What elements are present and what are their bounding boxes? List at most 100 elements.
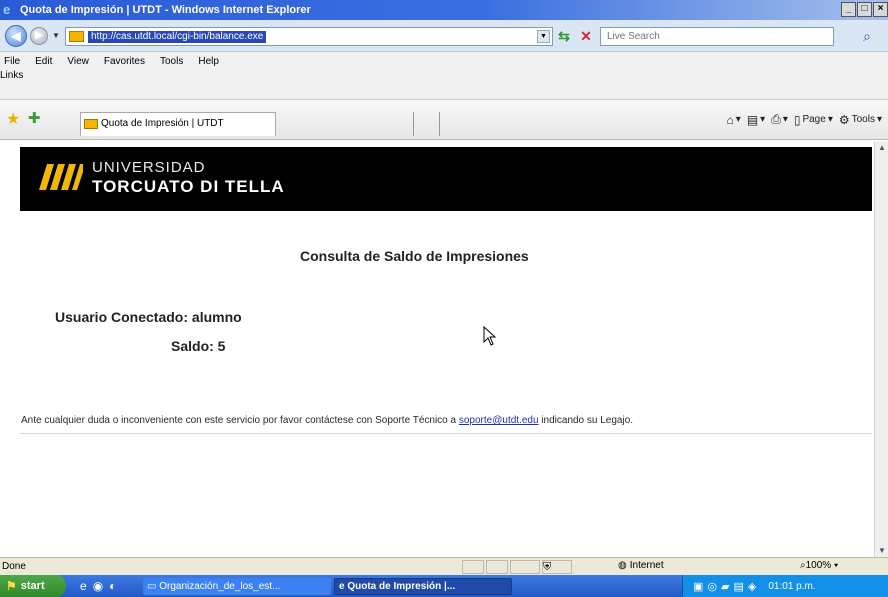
feeds-icon: ▤ — [746, 112, 759, 127]
refresh-button[interactable]: ⇆ — [556, 28, 572, 44]
menu-view[interactable]: View — [65, 56, 91, 67]
media-quicklaunch-icon[interactable]: ◉ — [93, 579, 103, 593]
address-field[interactable]: http://cas.utdt.local/cgi-bin/balance.ex… — [65, 27, 553, 46]
connected-user: Usuario Conectado: alumno — [55, 309, 242, 325]
scroll-up-icon[interactable]: ▲ — [878, 143, 886, 152]
monitor-icon[interactable]: ▤ — [733, 580, 743, 593]
back-button[interactable]: ◀ — [5, 25, 27, 47]
search-input[interactable] — [601, 28, 833, 45]
tab-bar: ★ ✚ Quota de Impresión | UTDT ⌂ ▾ ▤ ▾ ⎙ ▾ ▯… — [0, 100, 888, 140]
start-label: start — [20, 580, 45, 592]
internet-explorer-icon: e — [3, 2, 11, 17]
address-toolbar: ◀ ▶ ▼ http://cas.utdt.local/cgi-bin/bala… — [0, 20, 888, 52]
home-button[interactable]: ⌂ ▾ — [727, 113, 741, 127]
status-panel — [486, 560, 508, 574]
arrow-left-icon: ◀ — [11, 29, 21, 43]
search-button[interactable]: ⌕ — [856, 27, 878, 46]
taskbar-item-document[interactable]: ▭ Organización_de_los_est... — [143, 578, 331, 595]
taskbar-item-browser[interactable]: e Quota de Impresión |... — [334, 578, 512, 595]
home-icon: ⌂ — [726, 112, 734, 127]
content-divider — [20, 433, 872, 434]
page-icon: ▯ — [793, 112, 801, 127]
links-label[interactable]: Links — [0, 70, 23, 81]
tools-menu-button[interactable]: ⚙ Tools ▾ — [839, 113, 882, 127]
stop-button[interactable]: ✕ — [578, 28, 594, 44]
close-button[interactable]: × — [873, 2, 888, 17]
tab-favicon-icon — [84, 119, 98, 129]
menu-favorites[interactable]: Favorites — [102, 56, 147, 67]
status-panel: ⛨ — [542, 560, 572, 574]
quick-launch: e ◉ ◐ — [80, 579, 116, 593]
antivirus-icon[interactable]: ◎ — [707, 580, 717, 593]
tab-label: Quota de Impresión | UTDT — [101, 118, 224, 129]
internet-explorer-icon: e — [339, 581, 348, 592]
balance-value: Saldo: 5 — [171, 338, 226, 354]
address-url[interactable]: http://cas.utdt.local/cgi-bin/balance.ex… — [88, 31, 267, 43]
volume-icon[interactable]: ◈ — [748, 580, 756, 593]
privacy-icon[interactable]: ⛨ — [543, 561, 551, 573]
refresh-icon: ⇆ — [558, 28, 570, 44]
arrow-right-icon: ▶ — [35, 30, 43, 41]
address-dropdown-icon[interactable]: ▼ — [537, 30, 550, 43]
forward-button[interactable]: ▶ — [30, 27, 48, 45]
menu-tools[interactable]: Tools — [158, 56, 185, 67]
recent-pages-dropdown[interactable]: ▼ — [52, 31, 60, 40]
support-text-suffix: indicando su Legajo. — [538, 415, 634, 426]
page-title: Consulta de Saldo de Impresiones — [300, 248, 529, 264]
globe-icon: ◍ — [618, 560, 627, 571]
page-menu-label: Page — [802, 114, 826, 125]
gear-icon: ⚙ — [838, 112, 850, 127]
command-bar: ⌂ ▾ ▤ ▾ ⎙ ▾ ▯ Page ▾ ⚙ Tools ▾ — [727, 112, 882, 127]
security-zone[interactable]: ◍ Internet — [618, 560, 664, 571]
taskbar-item-label: Quota de Impresión |... — [347, 581, 456, 592]
support-email-link[interactable]: soporte@utdt.edu — [459, 415, 539, 426]
links-bar: Links — [0, 70, 888, 100]
stop-icon: ✕ — [580, 28, 592, 44]
status-panel — [510, 560, 540, 574]
system-tray: ▣ ◎ ▰ ▤ ◈ 01:01 p.m. — [682, 575, 888, 597]
search-icon: ⌕ — [863, 28, 871, 44]
shield-icon[interactable]: ▰ — [721, 580, 729, 593]
start-button[interactable]: ⚑ start — [0, 575, 66, 597]
new-tab-button[interactable] — [414, 112, 440, 136]
support-text-prefix: Ante cualquier duda o inconveniente con … — [21, 415, 459, 426]
desktop-quicklaunch-icon[interactable]: ◐ — [109, 579, 116, 593]
support-notice: Ante cualquier duda o inconveniente con … — [21, 415, 633, 426]
ie-quicklaunch-icon[interactable]: e — [80, 579, 87, 593]
site-header: UNIVERSIDAD TORCUATO DI TELLA — [20, 147, 872, 211]
favorites-star-icon[interactable]: ★ — [6, 109, 20, 129]
clock[interactable]: 01:01 p.m. — [768, 581, 815, 592]
university-logo-icon — [39, 164, 83, 190]
maximize-button[interactable]: □ — [857, 2, 872, 17]
tab-spacer — [276, 112, 414, 136]
network-icon[interactable]: ▣ — [693, 580, 703, 593]
zoom-level: 100% — [805, 560, 832, 571]
status-bar: Done ⛨ ◍ Internet ⌕100% ▾ — [0, 557, 888, 575]
scroll-down-icon[interactable]: ▼ — [878, 546, 886, 555]
printer-icon: ⎙ — [771, 112, 781, 126]
minimize-button[interactable]: _ — [841, 2, 856, 17]
status-panel — [462, 560, 484, 574]
zoom-control[interactable]: ⌕100% ▾ — [800, 560, 838, 571]
logo-text-universidad: UNIVERSIDAD — [92, 159, 206, 176]
print-button[interactable]: ⎙ ▾ — [771, 112, 788, 127]
logo-text-name: TORCUATO DI TELLA — [92, 177, 285, 196]
vertical-scrollbar[interactable]: ▲ ▼ — [874, 141, 888, 557]
menu-help[interactable]: Help — [196, 56, 221, 67]
add-favorite-icon[interactable]: ✚ — [28, 109, 41, 127]
tools-menu-label: Tools — [851, 114, 875, 125]
status-text: Done — [2, 561, 26, 572]
page-menu-button[interactable]: ▯ Page ▾ — [794, 113, 833, 127]
taskbar-item-label: Organización_de_los_est... — [159, 581, 281, 592]
window-titlebar[interactable]: e Quota de Impresión | UTDT - Windows In… — [0, 0, 888, 20]
site-favicon-icon — [69, 31, 84, 42]
feeds-button[interactable]: ▤ ▾ — [747, 113, 765, 127]
menu-file[interactable]: File — [2, 56, 22, 67]
tab-quota-impresion[interactable]: Quota de Impresión | UTDT — [80, 112, 276, 136]
window-title: Quota de Impresión | UTDT - Windows Inte… — [20, 4, 311, 16]
mouse-cursor-icon — [483, 326, 497, 346]
page-content: UNIVERSIDAD TORCUATO DI TELLA Consulta d… — [0, 141, 874, 557]
search-box[interactable] — [600, 27, 834, 46]
menu-edit[interactable]: Edit — [33, 56, 54, 67]
windows-flag-icon: ⚑ — [6, 579, 17, 593]
